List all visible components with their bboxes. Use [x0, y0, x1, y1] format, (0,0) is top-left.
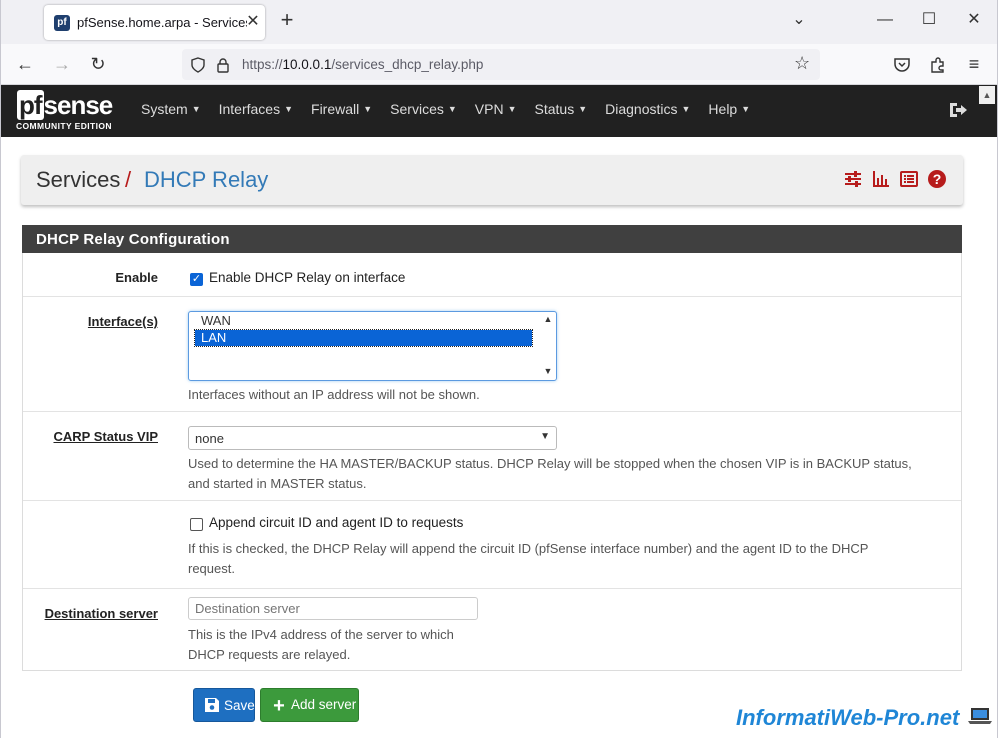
- destination-help-line1: This is the IPv4 address of the server t…: [188, 627, 454, 642]
- carp-label[interactable]: CARP Status VIP: [53, 429, 158, 444]
- laptop-icon: [968, 708, 992, 724]
- minimize-icon[interactable]: —: [875, 10, 895, 30]
- destination-label[interactable]: Destination server: [45, 606, 158, 621]
- forward-arrow-icon[interactable]: →: [51, 53, 73, 75]
- interfaces-help: Interfaces without an IP address will no…: [188, 387, 480, 402]
- logout-icon[interactable]: [947, 99, 969, 121]
- shield-icon[interactable]: [190, 57, 206, 73]
- hamburger-menu-icon[interactable]: ≡: [963, 53, 985, 75]
- enable-checkbox-label[interactable]: Enable DHCP Relay on interface: [209, 270, 405, 285]
- enable-row: Enable ✓ Enable DHCP Relay on interface: [23, 253, 961, 297]
- bookmark-star-icon[interactable]: ☆: [794, 53, 810, 74]
- breadcrumb: Services / DHCP Relay ?: [21, 155, 963, 205]
- dhcp-relay-panel: DHCP Relay Configuration Enable ✓ Enable…: [22, 225, 962, 671]
- carp-vip-value: none: [195, 431, 224, 446]
- breadcrumb-separator: /: [125, 167, 132, 192]
- append-help-line1: If this is checked, the DHCP Relay will …: [188, 541, 869, 556]
- tab-close-icon[interactable]: ✕: [244, 13, 262, 31]
- scroll-down-arrow-icon[interactable]: ▼: [542, 366, 554, 376]
- carp-help-line2: and started in MASTER status.: [188, 476, 367, 491]
- append-checkbox-label[interactable]: Append circuit ID and agent ID to reques…: [209, 515, 463, 530]
- main-menu: System ▼ Interfaces ▼ Firewall ▼ Services ▼ …: [141, 101, 768, 117]
- breadcrumb-services[interactable]: Services: [36, 167, 120, 193]
- plus-icon: +: [273, 695, 285, 717]
- save-label: Save: [224, 698, 255, 713]
- tab-title: pfSense.home.arpa - Services: D: [77, 15, 247, 30]
- interface-option-lan[interactable]: LAN: [194, 329, 533, 347]
- pocket-icon[interactable]: [893, 56, 911, 74]
- menu-help[interactable]: Help ▼: [708, 101, 750, 117]
- menu-firewall[interactable]: Firewall ▼: [311, 101, 372, 117]
- lock-icon[interactable]: [215, 57, 231, 73]
- back-arrow-icon[interactable]: ←: [14, 53, 36, 75]
- append-help-line2: request.: [188, 561, 235, 576]
- menu-vpn[interactable]: VPN ▼: [475, 101, 517, 117]
- menu-diagnostics[interactable]: Diagnostics ▼: [605, 101, 690, 117]
- page-title[interactable]: DHCP Relay: [144, 167, 268, 193]
- destination-server-input[interactable]: [188, 597, 478, 620]
- menu-system[interactable]: System ▼: [141, 101, 201, 117]
- append-checkbox[interactable]: [190, 518, 203, 531]
- pfsense-logo[interactable]: pfsense COMMUNITY EDITION: [15, 90, 127, 132]
- extensions-puzzle-icon[interactable]: [929, 56, 947, 74]
- floppy-disk-icon: [205, 698, 219, 712]
- panel-heading: DHCP Relay Configuration: [22, 225, 962, 253]
- window-close-icon[interactable]: ✕: [964, 10, 984, 30]
- tab-list-chevron-icon[interactable]: ⌄: [789, 10, 809, 30]
- carp-help-line1: Used to determine the HA MASTER/BACKUP s…: [188, 456, 912, 471]
- listbox-scrollbar[interactable]: ▲ ▼: [542, 314, 554, 378]
- interfaces-row: Interface(s) WAN LAN ▲ ▼ Interfaces with…: [23, 297, 961, 412]
- watermark-text: InformatiWeb-Pro.net: [736, 705, 960, 730]
- logo-text: pfsense: [17, 90, 113, 120]
- pfsense-favicon-icon: pf: [54, 15, 70, 31]
- browser-toolbar: ← → ↻ https://10.0.0.1/services_dhcp_rel…: [0, 44, 998, 85]
- address-bar[interactable]: https://10.0.0.1/services_dhcp_relay.php…: [182, 49, 820, 80]
- log-list-icon[interactable]: [899, 169, 919, 189]
- chevron-down-icon: ▼: [540, 431, 550, 442]
- interface-option-wan[interactable]: WAN: [195, 313, 532, 329]
- add-server-button[interactable]: + Add server: [260, 688, 359, 722]
- menu-services[interactable]: Services ▼: [390, 101, 457, 117]
- enable-label: Enable: [115, 270, 158, 285]
- enable-checkbox[interactable]: ✓: [190, 273, 203, 286]
- add-server-label: Add server: [291, 697, 357, 712]
- bar-chart-icon[interactable]: [871, 169, 891, 189]
- menu-status[interactable]: Status ▼: [535, 101, 588, 117]
- carp-vip-select[interactable]: none ▼: [188, 426, 557, 450]
- new-tab-icon[interactable]: +: [277, 9, 297, 31]
- carp-row: CARP Status VIP none ▼ Used to determine…: [23, 412, 961, 501]
- interfaces-label[interactable]: Interface(s): [88, 314, 158, 329]
- destination-row: Destination server This is the IPv4 addr…: [23, 589, 961, 671]
- logo-subtitle: COMMUNITY EDITION: [16, 121, 112, 131]
- save-button[interactable]: Save: [193, 688, 255, 722]
- pfsense-navbar: pfsense COMMUNITY EDITION System ▼ Interf…: [0, 85, 998, 137]
- svg-text:?: ?: [933, 171, 942, 187]
- browser-tab-bar: pf pfSense.home.arpa - Services: D ✕ + ⌄…: [0, 0, 998, 44]
- append-row: Append circuit ID and agent ID to reques…: [23, 501, 961, 589]
- page-scrollbar-up-arrow-icon[interactable]: ▲: [979, 86, 995, 104]
- menu-interfaces[interactable]: Interfaces ▼: [219, 101, 293, 117]
- interfaces-listbox[interactable]: WAN LAN ▲ ▼: [188, 311, 557, 381]
- scroll-up-arrow-icon[interactable]: ▲: [542, 314, 554, 324]
- sliders-icon[interactable]: [843, 169, 863, 189]
- browser-tab[interactable]: pf pfSense.home.arpa - Services: D ✕: [44, 5, 265, 40]
- url-text[interactable]: https://10.0.0.1/services_dhcp_relay.php: [242, 57, 483, 72]
- help-question-icon[interactable]: ?: [927, 169, 947, 189]
- destination-help-line2: DHCP requests are relayed.: [188, 647, 351, 662]
- reload-icon[interactable]: ↻: [87, 53, 109, 75]
- page-content: Services / DHCP Relay ? DHCP Relay Confi…: [0, 137, 998, 738]
- maximize-icon[interactable]: ☐: [919, 10, 939, 30]
